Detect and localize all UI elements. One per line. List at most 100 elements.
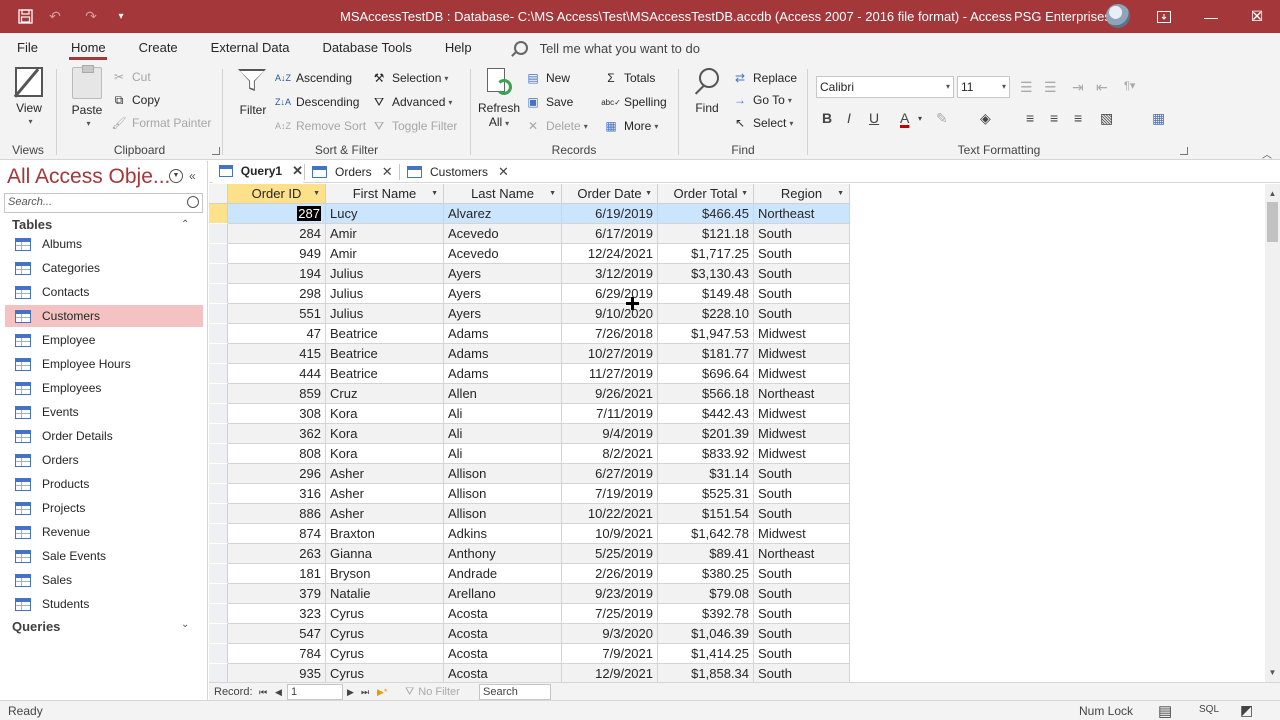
nav-pane-title[interactable]: All Access Obje... (7, 165, 170, 189)
new-record-icon[interactable]: ▶* (377, 685, 387, 699)
tab-customers[interactable]: Customers ✕ (401, 161, 511, 183)
table-cell[interactable]: $1,858.34 (658, 664, 754, 682)
table-cell[interactable]: 263 (228, 544, 326, 564)
minimize-button[interactable]: — (1188, 0, 1234, 33)
table-cell[interactable]: Midwest (754, 444, 850, 464)
column-header[interactable]: Order Date ▼ (562, 184, 658, 204)
search-icon[interactable] (187, 196, 199, 208)
record-selector[interactable] (209, 284, 228, 304)
next-record-icon[interactable]: ▶ (347, 685, 354, 699)
table-cell[interactable]: $31.14 (658, 464, 754, 484)
record-selector[interactable] (209, 244, 228, 264)
table-cell[interactable]: Anthony (444, 544, 562, 564)
table-cell[interactable]: 323 (228, 604, 326, 624)
table-cell[interactable]: Asher (326, 484, 444, 504)
table-cell[interactable]: $181.77 (658, 344, 754, 364)
nav-table-item[interactable]: Projects (5, 497, 203, 519)
fill-color-icon[interactable]: ◈ (980, 110, 991, 127)
table-cell[interactable]: $525.31 (658, 484, 754, 504)
record-selector[interactable] (209, 664, 228, 682)
table-cell[interactable]: Asher (326, 464, 444, 484)
record-selector[interactable] (209, 644, 228, 664)
table-cell[interactable]: 6/27/2019 (562, 464, 658, 484)
table-cell[interactable]: 7/25/2019 (562, 604, 658, 624)
nav-table-item[interactable]: Contacts (5, 281, 203, 303)
table-cell[interactable]: Northeast (754, 204, 850, 224)
table-cell[interactable]: 47 (228, 324, 326, 344)
copy-button[interactable]: ⧉ Copy (111, 90, 160, 110)
table-cell[interactable]: Midwest (754, 404, 850, 424)
tab-help[interactable]: Help (428, 33, 488, 63)
refresh-all-button[interactable]: Refresh All ▾ (477, 67, 521, 131)
underline-button[interactable]: U (869, 110, 879, 126)
table-cell[interactable]: Julius (326, 284, 444, 304)
table-cell[interactable]: Cyrus (326, 644, 444, 664)
record-selector[interactable] (209, 484, 228, 504)
record-selector[interactable] (209, 344, 228, 364)
avatar[interactable] (1106, 4, 1130, 28)
table-cell[interactable]: 949 (228, 244, 326, 264)
record-selector[interactable] (209, 444, 228, 464)
table-cell[interactable]: Kora (326, 404, 444, 424)
table-cell[interactable]: Cyrus (326, 664, 444, 682)
tab-home[interactable]: Home (54, 33, 122, 63)
table-cell[interactable]: Alvarez (444, 204, 562, 224)
table-cell[interactable]: South (754, 264, 850, 284)
record-selector[interactable] (209, 204, 228, 224)
table-cell[interactable]: $3,130.43 (658, 264, 754, 284)
column-header[interactable]: First Name ▼ (326, 184, 444, 204)
tab-database-tools[interactable]: Database Tools (305, 33, 427, 63)
table-cell[interactable]: Julius (326, 304, 444, 324)
replace-button[interactable]: ⇄ Replace (732, 68, 797, 88)
table-cell[interactable]: Lucy (326, 204, 444, 224)
tab-create[interactable]: Create (122, 33, 194, 63)
table-cell[interactable]: 9/4/2019 (562, 424, 658, 444)
column-header[interactable]: Region ▼ (754, 184, 850, 204)
vertical-scrollbar[interactable]: ▲ ▼ (1265, 184, 1280, 682)
font-name-select[interactable]: Calibri ▾ (816, 76, 954, 98)
table-cell[interactable]: 6/17/2019 (562, 224, 658, 244)
totals-button[interactable]: Σ Totals (603, 68, 655, 88)
gridlines-icon[interactable]: ▧ (1100, 110, 1113, 127)
select-all-corner[interactable] (209, 184, 228, 204)
user-name[interactable]: PSG Enterprises (1014, 0, 1111, 33)
tab-external-data[interactable]: External Data (194, 33, 306, 63)
table-cell[interactable]: Cruz (326, 384, 444, 404)
filter-dropdown-icon[interactable]: ▼ (431, 184, 438, 203)
shutter-bar-close-icon[interactable]: « (189, 169, 196, 183)
table-cell[interactable]: Asher (326, 504, 444, 524)
table-cell[interactable]: Beatrice (326, 324, 444, 344)
undo-icon[interactable]: ↶ (40, 0, 70, 33)
table-cell[interactable]: Cyrus (326, 624, 444, 644)
table-cell[interactable]: Ayers (444, 264, 562, 284)
table-cell[interactable]: 551 (228, 304, 326, 324)
nav-table-item[interactable]: Customers (5, 305, 203, 327)
collapse-ribbon-icon[interactable]: ︿ (1262, 146, 1272, 161)
datasheet-view-icon[interactable]: ▤ (1158, 702, 1172, 720)
table-cell[interactable]: Adams (444, 364, 562, 384)
advanced-button[interactable]: ⛛ Advanced ▾ (371, 92, 452, 112)
table-cell[interactable]: $1,642.78 (658, 524, 754, 544)
numbering-icon[interactable]: ☰ (1044, 79, 1057, 96)
outdent-icon[interactable]: ⇤ (1096, 79, 1108, 96)
table-cell[interactable]: Acosta (444, 644, 562, 664)
table-cell[interactable]: Northeast (754, 544, 850, 564)
remove-sort-button[interactable]: A↕Z Remove Sort (275, 116, 366, 136)
table-cell[interactable]: 298 (228, 284, 326, 304)
table-cell[interactable]: Amir (326, 224, 444, 244)
align-left-icon[interactable]: ≡ (1026, 110, 1034, 126)
table-cell[interactable]: Allison (444, 484, 562, 504)
table-cell[interactable]: 296 (228, 464, 326, 484)
table-cell[interactable]: 287 (228, 204, 326, 224)
table-cell[interactable]: South (754, 244, 850, 264)
nav-table-item[interactable]: Sales (5, 569, 203, 591)
table-cell[interactable]: Acevedo (444, 244, 562, 264)
table-cell[interactable]: South (754, 484, 850, 504)
nav-table-item[interactable]: Events (5, 401, 203, 423)
table-cell[interactable]: Ayers (444, 284, 562, 304)
filter-dropdown-icon[interactable]: ▼ (837, 184, 844, 203)
filter-button[interactable]: Filter (233, 67, 273, 117)
italic-button[interactable]: I (847, 110, 851, 126)
table-cell[interactable]: $1,717.25 (658, 244, 754, 264)
table-cell[interactable]: 9/10/2020 (562, 304, 658, 324)
